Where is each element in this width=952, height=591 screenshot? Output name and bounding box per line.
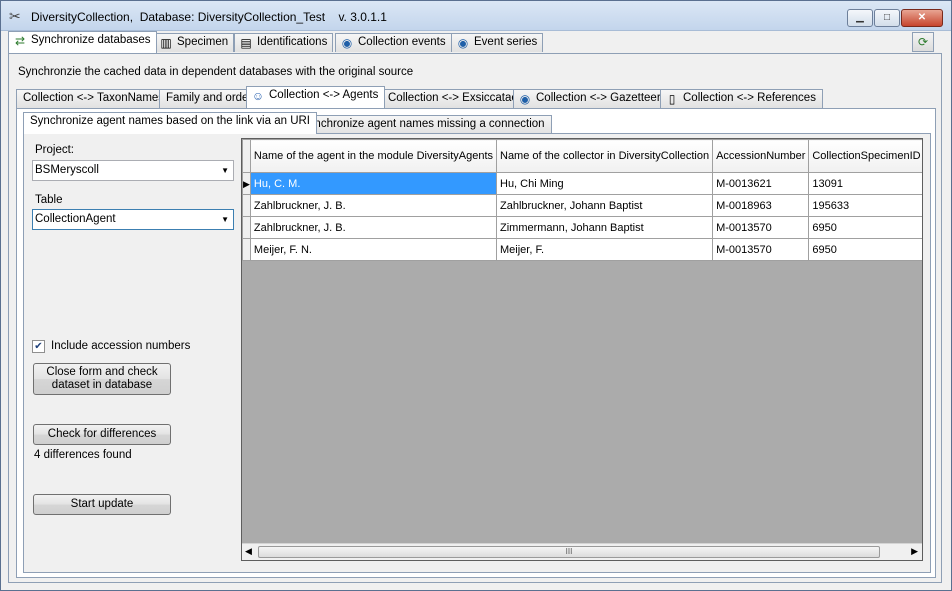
tab-label: Collection <-> Agents [269, 89, 379, 101]
project-label: Project: [35, 144, 74, 156]
book-icon: ▯ [668, 92, 676, 106]
globe-icon: ◉ [457, 36, 469, 50]
chevron-down-icon[interactable]: ▼ [221, 161, 229, 180]
tab-label: Collection <-> Gazetteer [536, 92, 661, 104]
scroll-left-icon[interactable]: ◀ [245, 546, 252, 557]
close-and-check-button[interactable]: Close form and check dataset in database [33, 363, 171, 395]
sync-icon: ⇄ [14, 34, 26, 48]
globe-icon: ◉ [341, 36, 353, 50]
table-row[interactable]: Zahlbruckner, J. B. Zimmermann, Johann B… [242, 216, 922, 239]
tab-label: Synchronize agent names missing a connec… [301, 118, 545, 130]
table-row[interactable]: Zahlbruckner, J. B. Zahlbruckner, Johann… [242, 194, 922, 217]
row-header[interactable] [242, 238, 251, 261]
document-icon: ▤ [240, 36, 252, 50]
table-select[interactable]: CollectionAgent ▼ [32, 209, 234, 230]
table-cell[interactable]: 13091 [808, 172, 922, 195]
differences-grid[interactable]: Name of the agent in the module Diversit… [241, 138, 923, 561]
table-cell[interactable]: Zahlbruckner, J. B. [249, 194, 498, 217]
sync-icon: ⟳ [917, 35, 929, 49]
tab-sync-by-uri[interactable]: Synchronize agent names based on the lin… [23, 112, 317, 134]
table-cell[interactable]: Zahlbruckner, Johann Baptist [495, 194, 714, 217]
button-label: Close form and check dataset in database [46, 366, 158, 391]
tab-label: Identifications [257, 36, 328, 48]
scroll-thumb[interactable]: III [258, 546, 880, 558]
tab-label: Synchronize databases [31, 34, 151, 46]
tab-identifications[interactable]: ▤ Identifications [234, 33, 334, 52]
grid-table: Name of the agent in the module Diversit… [242, 139, 922, 261]
table-value: CollectionAgent [35, 213, 116, 225]
tab-label: Synchronize agent names based on the lin… [30, 115, 310, 127]
chevron-down-icon[interactable]: ▼ [221, 210, 229, 229]
barcode-icon: ▥ [160, 36, 172, 50]
column-header-collector-name[interactable]: Name of the collector in DiversityCollec… [495, 139, 714, 173]
synchronize-button[interactable]: ⟳ [912, 32, 934, 52]
tab-label: Collection <-> Exsiccatae [388, 92, 518, 104]
tab-specimen[interactable]: ▥ Specimen [154, 33, 235, 52]
checkmark-icon: ✔ [34, 341, 43, 352]
tab-collection-references[interactable]: ▯ Collection <-> References [660, 89, 823, 108]
tab-event-series[interactable]: ◉ Event series [451, 33, 544, 52]
tab-collection-events[interactable]: ◉ Collection events [335, 33, 452, 52]
current-row-icon[interactable]: ▶ [242, 172, 251, 195]
table-cell[interactable]: 6950 [808, 216, 922, 239]
table-cell[interactable]: M-0013621 [712, 172, 810, 195]
tab-sync-missing-connection[interactable]: Synchronize agent names missing a connec… [294, 115, 552, 134]
globe-icon: ◉ [519, 92, 531, 106]
grid-header-row: Name of the agent in the module Diversit… [242, 139, 922, 173]
close-button[interactable]: ✕ [901, 9, 943, 27]
project-select[interactable]: BSMeryscoll ▼ [32, 160, 234, 181]
tab-family-and-order[interactable]: Family and order [159, 89, 260, 108]
table-cell[interactable]: Hu, C. M. [249, 172, 498, 195]
tab-label: Collection <-> TaxonNames [23, 92, 165, 104]
include-accession-label: Include accession numbers [51, 340, 191, 352]
project-value: BSMeryscoll [35, 164, 99, 176]
maximize-button[interactable]: □ [874, 9, 900, 27]
scroll-grip: III [565, 547, 573, 556]
tab-synchronize-databases[interactable]: ⇄ Synchronize databases [8, 31, 157, 53]
row-header[interactable] [242, 216, 251, 239]
check-differences-button[interactable]: Check for differences [33, 424, 171, 445]
differences-status: 4 differences found [34, 449, 132, 461]
button-label: Start update [70, 498, 134, 510]
table-cell[interactable]: M-0013570 [712, 216, 810, 239]
title-bar[interactable]: ✂ DiversityCollection, Database: Diversi… [1, 1, 951, 31]
button-label: Check for differences [47, 428, 157, 440]
tab-label: Event series [474, 36, 538, 48]
tab-collection-agents[interactable]: ☺ Collection <-> Agents [246, 86, 386, 108]
table-label: Table [35, 194, 63, 206]
column-header-accession-number[interactable]: AccessionNumber [712, 139, 810, 173]
tab-label: Specimen [177, 36, 229, 48]
table-row[interactable]: ▶ Hu, C. M. Hu, Chi Ming M-0013621 13091 [242, 172, 922, 195]
table-cell[interactable]: Meijer, F. [495, 238, 714, 261]
tab-label: Family and order [166, 92, 253, 104]
scroll-right-icon[interactable]: ▶ [911, 546, 918, 557]
table-cell[interactable]: Zahlbruckner, J. B. [249, 216, 498, 239]
minimize-button[interactable]: ▁ [847, 9, 873, 27]
table-cell[interactable]: Hu, Chi Ming [495, 172, 714, 195]
person-icon: ☺ [251, 89, 265, 103]
grid-corner[interactable] [242, 139, 251, 173]
table-cell[interactable]: 6950 [808, 238, 922, 261]
tools-icon: ✂ [9, 8, 21, 24]
table-cell[interactable]: M-0018963 [712, 194, 810, 217]
window-title: DiversityCollection, Database: Diversity… [31, 10, 387, 24]
table-cell[interactable]: Zimmermann, Johann Baptist [495, 216, 714, 239]
tab-label: Collection events [358, 36, 446, 48]
tab-collection-exsiccatae[interactable]: Collection <-> Exsiccatae [381, 89, 525, 108]
start-update-button[interactable]: Start update [33, 494, 171, 515]
tab-collection-gazetteer[interactable]: ◉ Collection <-> Gazetteer [513, 89, 668, 108]
tab-collection-taxonnames[interactable]: Collection <-> TaxonNames [16, 89, 172, 108]
horizontal-scrollbar[interactable]: ◀ III ▶ [242, 543, 922, 560]
tab-label: Collection <-> References [683, 92, 816, 104]
table-cell[interactable]: 195633 [808, 194, 922, 217]
table-cell[interactable]: Meijer, F. N. [249, 238, 498, 261]
include-accession-checkbox[interactable]: ✔ [32, 340, 45, 353]
table-row[interactable]: Meijer, F. N. Meijer, F. M-0013570 6950 [242, 238, 922, 261]
row-header[interactable] [242, 194, 251, 217]
description-text: Synchronzie the cached data in dependent… [18, 66, 414, 78]
column-header-agent-name[interactable]: Name of the agent in the module Diversit… [249, 139, 498, 173]
table-cell[interactable]: M-0013570 [712, 238, 810, 261]
column-header-specimen-id[interactable]: CollectionSpecimenID [808, 139, 922, 173]
